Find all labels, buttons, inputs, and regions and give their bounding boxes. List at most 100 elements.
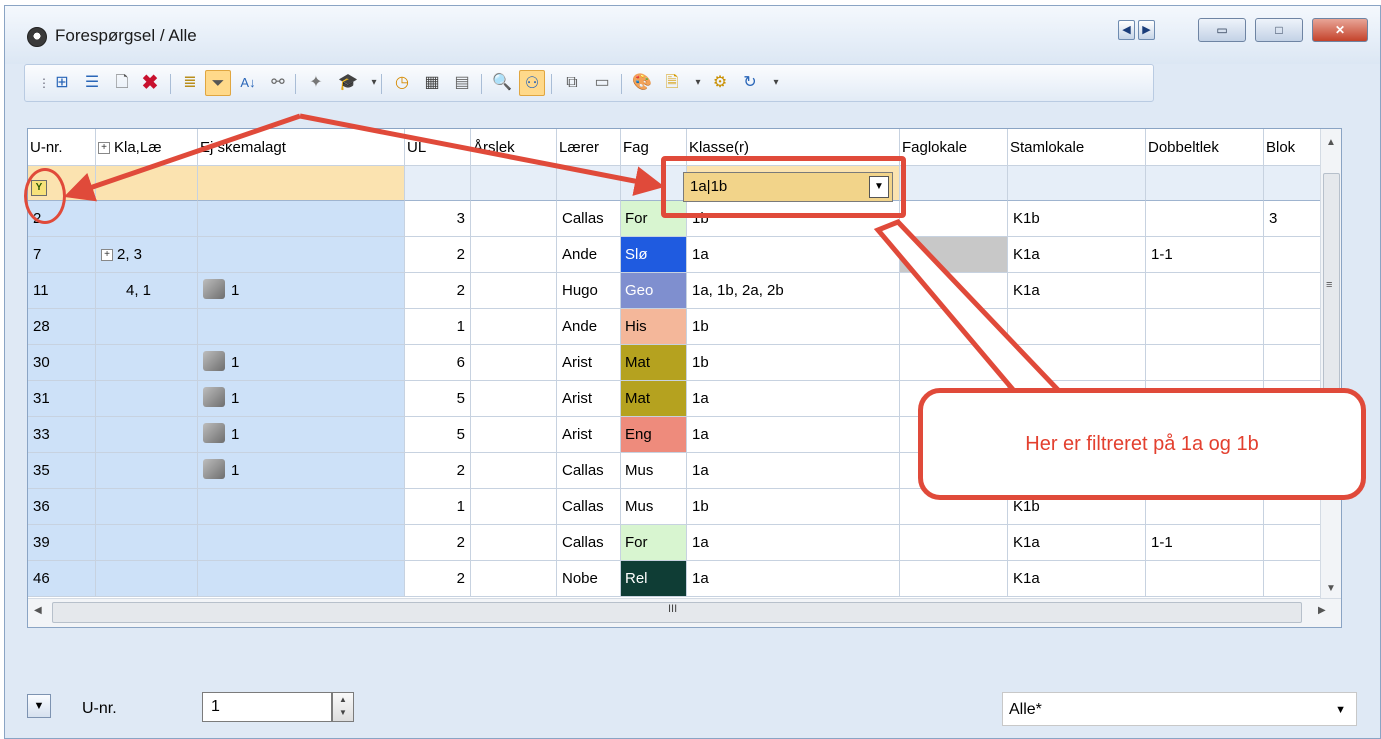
chevron-down-icon[interactable]: ▼ <box>1335 693 1346 727</box>
table-row[interactable]: 46 2 Nobe Rel 1a K1a <box>28 561 1341 597</box>
filter-cell-ej[interactable] <box>198 166 405 201</box>
cell-kla[interactable] <box>96 309 198 345</box>
cell-aarslek[interactable] <box>471 381 557 417</box>
cell-fag[interactable]: Mat <box>621 345 687 381</box>
filter-cell-laerer[interactable] <box>557 166 621 201</box>
cell-ul[interactable]: 3 <box>405 201 471 237</box>
cell-ul[interactable]: 6 <box>405 345 471 381</box>
chevron-down-icon[interactable]: ▼ <box>27 694 51 718</box>
cell-faglokale[interactable] <box>900 345 1008 381</box>
cell-laerer[interactable]: Callas <box>557 453 621 489</box>
cell-faglokale[interactable] <box>900 273 1008 309</box>
link-icon[interactable]: ⚯ <box>265 70 291 96</box>
cell-klasse[interactable]: 1a, 1b, 2a, 2b <box>687 273 900 309</box>
cell-unr[interactable]: 46 <box>28 561 96 597</box>
cell-kla[interactable] <box>96 345 198 381</box>
expand-icon[interactable]: + <box>98 142 110 155</box>
chevron-down-icon[interactable]: ▾ <box>361 70 387 96</box>
col-header-dobbeltlek[interactable]: Dobbeltlek <box>1146 129 1264 165</box>
cell-laerer[interactable]: Arist <box>557 417 621 453</box>
copy-icon[interactable]: ⧉ <box>559 70 585 96</box>
table-row[interactable]: 30 1 6 Arist Mat 1b <box>28 345 1341 381</box>
scroll-right-icon[interactable]: ▶ <box>1318 605 1326 616</box>
cell-aarslek[interactable] <box>471 201 557 237</box>
cell-unr[interactable]: 11 <box>28 273 96 309</box>
cell-stamlokale[interactable]: K1a <box>1008 525 1146 561</box>
cell-ej[interactable] <box>198 237 405 273</box>
cell-kla[interactable]: +2, 3 <box>96 237 198 273</box>
cell-kla[interactable] <box>96 561 198 597</box>
cell-laerer[interactable]: Arist <box>557 345 621 381</box>
cell-stamlokale[interactable]: K1a <box>1008 237 1146 273</box>
cell-stamlokale[interactable] <box>1008 345 1146 381</box>
cell-blok[interactable] <box>1264 309 1321 345</box>
chat-icon[interactable]: ▭ <box>589 70 615 96</box>
cell-blok[interactable]: 3 <box>1264 201 1321 237</box>
cell-klasse[interactable]: 1b <box>687 309 900 345</box>
maximize-button[interactable]: □ <box>1255 18 1303 42</box>
cell-dobbelt[interactable]: 1-1 <box>1146 525 1264 561</box>
prev-arrow-button[interactable]: ◀ <box>1118 20 1135 40</box>
cell-klasse[interactable]: 1a <box>687 525 900 561</box>
cell-faglokale[interactable] <box>900 309 1008 345</box>
filter-cell-faglokale[interactable] <box>900 166 1008 201</box>
cell-klasse[interactable]: 1b <box>687 345 900 381</box>
col-header-ul[interactable]: UL <box>405 129 471 165</box>
cell-ul[interactable]: 1 <box>405 489 471 525</box>
cell-fag[interactable]: Mus <box>621 453 687 489</box>
cell-blok[interactable] <box>1264 237 1321 273</box>
cell-ej[interactable]: 1 <box>198 453 405 489</box>
scroll-down-icon[interactable]: ▼ <box>1326 583 1336 594</box>
cell-laerer[interactable]: Arist <box>557 381 621 417</box>
table-row[interactable]: 11 4, 1 1 2 Hugo Geo 1a, 1b, 2a, 2b K1a <box>28 273 1341 309</box>
cell-aarslek[interactable] <box>471 525 557 561</box>
cell-ul[interactable]: 2 <box>405 453 471 489</box>
cell-klasse[interactable]: 1a <box>687 381 900 417</box>
cell-ej[interactable] <box>198 309 405 345</box>
cell-laerer[interactable]: Ande <box>557 309 621 345</box>
wand-icon[interactable]: ✦ <box>303 70 329 96</box>
cell-aarslek[interactable] <box>471 309 557 345</box>
cell-fag[interactable]: Mus <box>621 489 687 525</box>
cell-unr[interactable]: 28 <box>28 309 96 345</box>
cell-dobbelt[interactable]: 1-1 <box>1146 237 1264 273</box>
cell-unr[interactable]: 35 <box>28 453 96 489</box>
sort-icon[interactable]: A↓ <box>235 70 261 96</box>
cell-aarslek[interactable] <box>471 561 557 597</box>
cell-laerer[interactable]: Callas <box>557 201 621 237</box>
filter-icon[interactable]: ⏷ <box>205 70 231 96</box>
cell-ul[interactable]: 2 <box>405 273 471 309</box>
cell-klasse[interactable]: 1b <box>687 489 900 525</box>
palette-icon[interactable]: 🎨 <box>629 70 655 96</box>
filter-cell-blok[interactable] <box>1264 166 1321 201</box>
cell-dobbelt[interactable] <box>1146 345 1264 381</box>
minimize-button[interactable]: ▭ <box>1198 18 1246 42</box>
scroll-up-icon[interactable]: ▲ <box>1326 137 1336 148</box>
close-button[interactable]: ✕ <box>1312 18 1368 42</box>
cell-ul[interactable]: 2 <box>405 525 471 561</box>
cell-klasse[interactable]: 1a <box>687 561 900 597</box>
cell-kla[interactable] <box>96 489 198 525</box>
col-header-ej-skemalagt[interactable]: Ej skemalagt <box>198 129 405 165</box>
expand-icon[interactable]: + <box>101 249 113 262</box>
calendar-icon[interactable]: ▦ <box>419 70 445 96</box>
clock-icon[interactable]: ◷ <box>389 70 415 96</box>
filter-cell-kla[interactable] <box>96 166 198 201</box>
cell-stamlokale[interactable]: K1a <box>1008 273 1146 309</box>
filter-cell-aarslek[interactable] <box>471 166 557 201</box>
cell-ej[interactable]: 1 <box>198 381 405 417</box>
col-header-stamlokale[interactable]: Stamlokale <box>1008 129 1146 165</box>
cell-unr[interactable]: 31 <box>28 381 96 417</box>
cell-dobbelt[interactable] <box>1146 561 1264 597</box>
cell-ul[interactable]: 2 <box>405 237 471 273</box>
cell-aarslek[interactable] <box>471 453 557 489</box>
cell-kla[interactable]: 4, 1 <box>96 273 198 309</box>
filter-cell-dobbeltlek[interactable] <box>1146 166 1264 201</box>
cell-stamlokale[interactable]: K1b <box>1008 201 1146 237</box>
cell-blok[interactable] <box>1264 273 1321 309</box>
cell-ej[interactable] <box>198 561 405 597</box>
col-header-laerer[interactable]: Lærer <box>557 129 621 165</box>
cell-aarslek[interactable] <box>471 237 557 273</box>
cell-aarslek[interactable] <box>471 345 557 381</box>
col-header-kla[interactable]: + Kla,Læ <box>96 129 198 165</box>
